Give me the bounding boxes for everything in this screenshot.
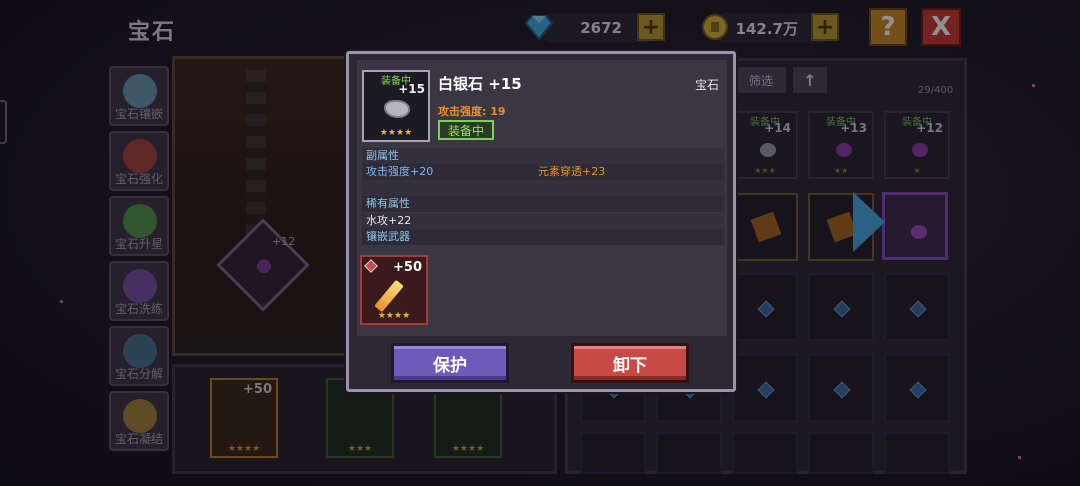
- rare-attr-title-row: 稀有属性: [362, 196, 724, 212]
- equipped-badge: 装备中: [438, 120, 494, 140]
- item-type: 宝石: [695, 78, 720, 92]
- secondary-stat: 攻击强度+20: [366, 165, 434, 178]
- rare-attr-title: 稀有属性: [366, 197, 410, 210]
- inlaid-weapon-title: 镶嵌武器: [366, 230, 410, 243]
- secondary-attr-row: 攻击强度+20 元素穿透+23: [362, 164, 724, 180]
- rare-stat: 水攻+22: [366, 214, 412, 227]
- attack-stat: 攻击强度: 19: [438, 105, 506, 118]
- item-stars: ★★★★: [379, 128, 413, 138]
- gem-item-box: 装备中 +15 ★★★★: [362, 70, 430, 142]
- rare-attr-row: 水攻+22: [362, 213, 724, 229]
- protect-button[interactable]: 保护: [391, 343, 509, 383]
- inlaid-weapon-box[interactable]: +50 ★★★★: [360, 255, 428, 325]
- secondary-stat: 元素穿透+23: [538, 165, 606, 178]
- unequip-button[interactable]: 卸下: [571, 343, 689, 383]
- weapon-level: +50: [393, 260, 422, 275]
- sword-icon: [374, 279, 404, 313]
- silver-stone-icon: [384, 100, 410, 118]
- secondary-attr-title: 副属性: [366, 149, 399, 162]
- secondary-attr-title-row: 副属性: [362, 148, 724, 164]
- empty-row: [362, 180, 724, 196]
- item-level: +15: [398, 82, 425, 96]
- weapon-type-icon: [364, 259, 378, 273]
- inlaid-weapon-title-row: 镶嵌武器: [362, 229, 724, 245]
- weapon-stars: ★★★★: [377, 311, 411, 321]
- item-name: 白银石 +15: [438, 75, 522, 93]
